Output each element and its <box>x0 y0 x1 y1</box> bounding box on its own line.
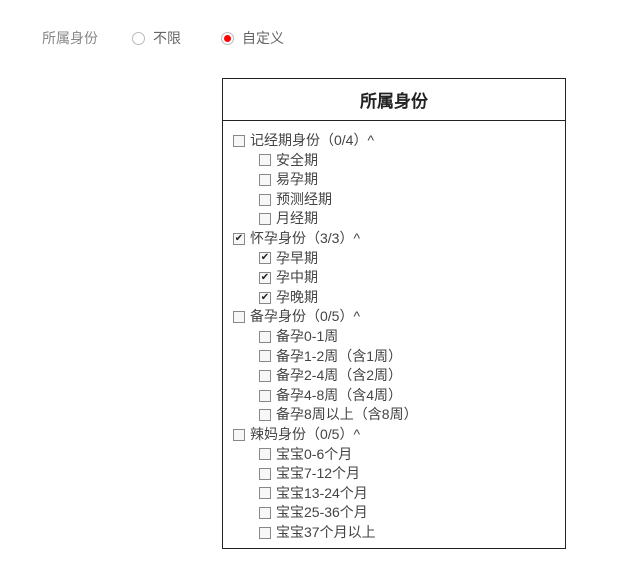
radio-unlimited[interactable]: 不限 <box>132 28 181 48</box>
child-label: 备孕1-2周（含1周） <box>276 347 402 367</box>
child-label: 宝宝25-36个月 <box>276 503 368 523</box>
caret-icon[interactable]: ^ <box>367 131 374 151</box>
child-label: 安全期 <box>276 151 318 171</box>
group-row[interactable]: 怀孕身份（3/3） ^ <box>233 229 555 249</box>
checkbox-icon[interactable] <box>259 331 271 343</box>
child-row[interactable]: 安全期 <box>259 151 555 171</box>
checkbox-icon[interactable] <box>259 213 271 225</box>
group-label: 记经期身份 <box>250 131 320 151</box>
child-row[interactable]: 备孕2-4周（含2周） <box>259 366 555 386</box>
group-count: （0/5） <box>306 307 353 327</box>
radio-custom-label: 自定义 <box>242 28 284 48</box>
child-row[interactable]: 宝宝0-6个月 <box>259 445 555 465</box>
child-label: 备孕4-8周（含4周） <box>276 386 402 406</box>
checkbox-icon[interactable] <box>259 272 271 284</box>
child-row[interactable]: 宝宝25-36个月 <box>259 503 555 523</box>
checkbox-icon[interactable] <box>259 448 271 460</box>
caret-icon[interactable]: ^ <box>353 307 360 327</box>
child-row[interactable]: 月经期 <box>259 209 555 229</box>
checkbox-icon[interactable] <box>259 350 271 362</box>
tree-group: 怀孕身份（3/3） ^孕早期孕中期孕晚期 <box>233 229 555 307</box>
child-row[interactable]: 宝宝7-12个月 <box>259 464 555 484</box>
checkbox-icon[interactable] <box>259 252 271 264</box>
checkbox-icon[interactable] <box>233 311 245 323</box>
checkbox-icon[interactable] <box>233 135 245 147</box>
child-row[interactable]: 备孕4-8周（含4周） <box>259 386 555 406</box>
child-row[interactable]: 孕中期 <box>259 268 555 288</box>
checkbox-icon[interactable] <box>259 194 271 206</box>
checkbox-icon[interactable] <box>259 507 271 519</box>
group-row[interactable]: 辣妈身份（0/5） ^ <box>233 425 555 445</box>
checkbox-icon[interactable] <box>259 174 271 186</box>
checkbox-icon[interactable] <box>259 409 271 421</box>
checkbox-icon[interactable] <box>259 390 271 402</box>
child-label: 宝宝37个月以上 <box>276 523 376 543</box>
caret-icon[interactable]: ^ <box>353 425 360 445</box>
child-label: 宝宝0-6个月 <box>276 445 352 465</box>
child-row[interactable]: 易孕期 <box>259 170 555 190</box>
checkbox-icon[interactable] <box>233 429 245 441</box>
identity-filter-row: 所属身份 不限 自定义 <box>0 0 622 48</box>
group-count: （3/3） <box>306 229 353 249</box>
identity-panel: 所属身份 记经期身份（0/4） ^安全期易孕期预测经期月经期怀孕身份（3/3） … <box>222 78 566 549</box>
child-label: 备孕2-4周（含2周） <box>276 366 402 386</box>
radio-unlimited-label: 不限 <box>153 28 181 48</box>
child-label: 月经期 <box>276 209 318 229</box>
child-label: 孕早期 <box>276 249 318 269</box>
group-label: 备孕身份 <box>250 307 306 327</box>
panel-body: 记经期身份（0/4） ^安全期易孕期预测经期月经期怀孕身份（3/3） ^孕早期孕… <box>223 121 565 548</box>
checkbox-icon[interactable] <box>259 527 271 539</box>
checkbox-icon[interactable] <box>233 233 245 245</box>
child-label: 预测经期 <box>276 190 332 210</box>
checkbox-icon[interactable] <box>259 370 271 382</box>
group-label: 怀孕身份 <box>250 229 306 249</box>
tree-group: 辣妈身份（0/5） ^宝宝0-6个月宝宝7-12个月宝宝13-24个月宝宝25-… <box>233 425 555 543</box>
child-row[interactable]: 预测经期 <box>259 190 555 210</box>
caret-icon[interactable]: ^ <box>353 229 360 249</box>
group-count: （0/4） <box>320 131 367 151</box>
child-label: 备孕0-1周 <box>276 327 338 347</box>
group-label: 辣妈身份 <box>250 425 306 445</box>
tree-group: 备孕身份（0/5） ^备孕0-1周备孕1-2周（含1周）备孕2-4周（含2周）备… <box>233 307 555 425</box>
child-row[interactable]: 备孕1-2周（含1周） <box>259 347 555 367</box>
child-row[interactable]: 备孕0-1周 <box>259 327 555 347</box>
group-row[interactable]: 备孕身份（0/5） ^ <box>233 307 555 327</box>
child-label: 孕中期 <box>276 268 318 288</box>
child-row[interactable]: 孕晚期 <box>259 288 555 308</box>
child-label: 宝宝13-24个月 <box>276 484 368 504</box>
child-row[interactable]: 宝宝13-24个月 <box>259 484 555 504</box>
checkbox-icon[interactable] <box>259 487 271 499</box>
tree-group: 记经期身份（0/4） ^安全期易孕期预测经期月经期 <box>233 131 555 229</box>
group-count: （0/5） <box>306 425 353 445</box>
panel-title: 所属身份 <box>223 79 565 121</box>
checkbox-icon[interactable] <box>259 154 271 166</box>
child-row[interactable]: 宝宝37个月以上 <box>259 523 555 543</box>
radio-group: 不限 自定义 <box>132 28 284 48</box>
child-label: 宝宝7-12个月 <box>276 464 360 484</box>
child-label: 易孕期 <box>276 170 318 190</box>
child-row[interactable]: 备孕8周以上（含8周） <box>259 405 555 425</box>
checkbox-icon[interactable] <box>259 292 271 304</box>
radio-custom[interactable]: 自定义 <box>221 28 284 48</box>
child-label: 备孕8周以上（含8周） <box>276 405 418 425</box>
group-row[interactable]: 记经期身份（0/4） ^ <box>233 131 555 151</box>
radio-outer-icon <box>132 32 145 45</box>
checkbox-icon[interactable] <box>259 468 271 480</box>
radio-outer-icon <box>221 32 234 45</box>
child-label: 孕晚期 <box>276 288 318 308</box>
child-row[interactable]: 孕早期 <box>259 249 555 269</box>
field-label: 所属身份 <box>42 28 98 48</box>
